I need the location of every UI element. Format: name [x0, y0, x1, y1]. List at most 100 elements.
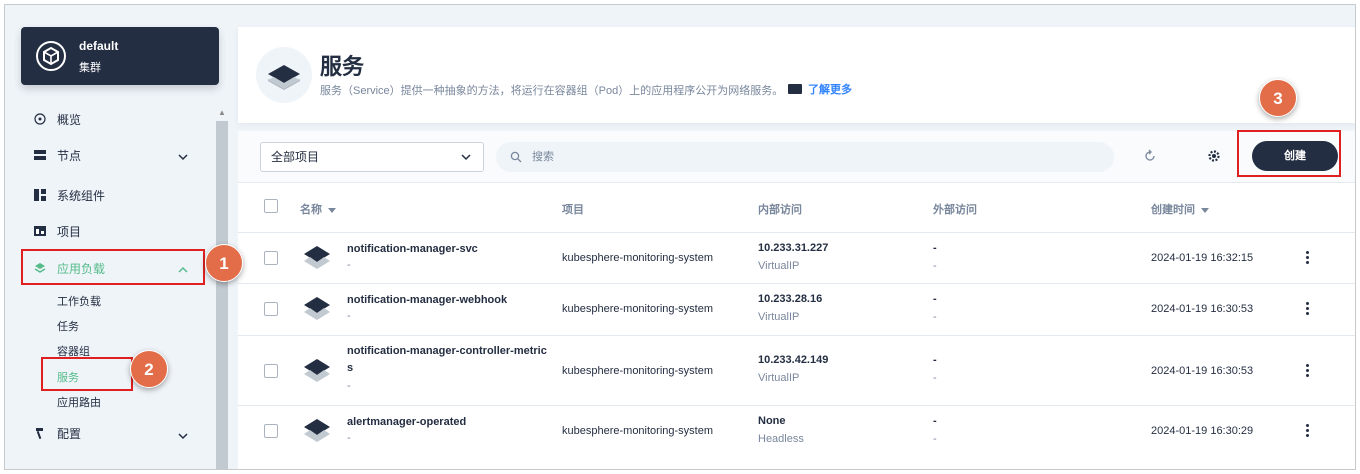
nav-item-nodes[interactable]: 节点 [33, 145, 81, 165]
page-icon-circle [256, 47, 312, 103]
project-cell: kubesphere-monitoring-system [562, 303, 714, 315]
nav-item-overview[interactable]: 概览 [33, 109, 81, 129]
column-header-name[interactable]: 名称 [300, 201, 336, 217]
external-access-sub: - [933, 260, 937, 272]
chevron-down-icon[interactable] [177, 430, 189, 442]
created-time: 2024-01-19 16:30:53 [1151, 365, 1254, 377]
book-icon [788, 84, 802, 94]
row-checkbox[interactable] [264, 302, 278, 316]
internal-access-type: VirtualIP [758, 260, 800, 272]
service-name[interactable]: notification-manager-controller-metric s [347, 343, 547, 377]
select-all-checkbox[interactable] [264, 199, 278, 213]
service-description: - [347, 259, 351, 271]
highlight-box-create [1237, 130, 1341, 177]
internal-access-type: VirtualIP [758, 372, 800, 384]
subnav-item-jobs[interactable]: 任务 [57, 318, 79, 334]
search-placeholder: 搜索 [532, 151, 554, 163]
project-icon [33, 224, 47, 238]
external-access-sub: - [933, 311, 937, 323]
chevron-down-icon [461, 154, 471, 161]
internal-access-type: Headless [758, 433, 804, 445]
more-actions-icon[interactable] [1306, 364, 1310, 378]
external-access: - [933, 293, 937, 305]
page-title: 服务 [320, 54, 365, 79]
row-checkbox[interactable] [264, 364, 278, 378]
refresh-icon[interactable] [1142, 149, 1158, 165]
page-header: 服务 服务（Service）提供一种抽象的方法，将运行在容器组（Pod）上的应用… [238, 27, 1355, 123]
chevron-down-icon[interactable] [177, 151, 189, 163]
nav-label: 配置 [57, 426, 82, 441]
internal-ip: None [758, 415, 786, 427]
step-badge-1: 1 [205, 244, 243, 282]
nav-item-config[interactable]: 配置 [33, 423, 81, 443]
service-description: - [347, 380, 351, 392]
internal-access-type: VirtualIP [758, 311, 800, 323]
nav-label: 节点 [57, 148, 82, 163]
project-cell: kubesphere-monitoring-system [562, 425, 714, 437]
table-row[interactable]: notification-manager-webhook - kubespher… [238, 283, 1355, 335]
more-actions-icon[interactable] [1306, 251, 1310, 265]
external-access-sub: - [933, 433, 937, 445]
learn-more-link[interactable]: 了解更多 [788, 81, 852, 97]
nav-item-components[interactable]: 系统组件 [33, 185, 105, 205]
highlight-box-services [41, 357, 133, 391]
table-toolbar: 全部项目 搜索 创建 [238, 131, 1355, 183]
sort-caret-icon [328, 207, 336, 213]
hammer-icon [33, 426, 47, 440]
page-description: 服务（Service）提供一种抽象的方法，将运行在容器组（Pod）上的应用程序公… [320, 85, 784, 97]
project-select-value: 全部项目 [271, 150, 320, 164]
internal-ip: 10.233.31.227 [758, 242, 829, 254]
created-time: 2024-01-19 16:30:53 [1151, 303, 1254, 315]
nodes-icon [33, 148, 47, 162]
search-icon [510, 151, 522, 163]
external-access: - [933, 242, 937, 254]
external-access: - [933, 415, 937, 427]
step-badge-3: 3 [1259, 79, 1297, 117]
row-checkbox[interactable] [264, 424, 278, 438]
subnav-item-routes[interactable]: 应用路由 [57, 394, 101, 410]
scroll-up-arrow-icon[interactable]: ▲ [216, 108, 228, 118]
service-icon [268, 65, 300, 90]
external-access: - [933, 354, 937, 366]
table-row[interactable]: notification-manager-svc - kubesphere-mo… [238, 232, 1355, 283]
service-icon [304, 419, 330, 442]
service-description: - [347, 310, 351, 322]
sidebar-scrollbar-thumb[interactable] [216, 121, 228, 469]
created-time: 2024-01-19 16:32:15 [1151, 252, 1254, 264]
nav-label: 系统组件 [57, 188, 106, 203]
more-actions-icon[interactable] [1306, 424, 1310, 438]
highlight-box-app-workloads [21, 249, 205, 285]
nav-label: 项目 [57, 224, 82, 239]
step-badge-2: 2 [130, 350, 168, 388]
nav-item-projects[interactable]: 项目 [33, 221, 81, 241]
cluster-switcher[interactable]: default 集群 [21, 27, 219, 85]
service-name[interactable]: notification-manager-webhook [347, 292, 507, 309]
internal-ip: 10.233.28.16 [758, 293, 823, 305]
sort-caret-icon [1201, 207, 1209, 213]
project-select[interactable]: 全部项目 [260, 142, 484, 172]
column-header-created[interactable]: 创建时间 [1151, 201, 1209, 217]
service-name-line1: notification-manager-controller-metric [347, 345, 547, 357]
project-cell: kubesphere-monitoring-system [562, 252, 714, 264]
search-input[interactable]: 搜索 [496, 142, 1114, 172]
sidebar: default 集群 概览 节点 系统组件 项目 应用负载 工作负载 任务 容器… [5, 5, 233, 469]
gear-icon[interactable] [1206, 149, 1222, 165]
project-cell: kubesphere-monitoring-system [562, 365, 714, 377]
services-table: 名称 项目 内部访问 外部访问 创建时间 notification-manage… [238, 183, 1355, 469]
service-name-line2: s [347, 362, 354, 374]
table-row[interactable]: alertmanager-operated - kubesphere-monit… [238, 405, 1355, 469]
row-checkbox[interactable] [264, 251, 278, 265]
service-description: - [347, 432, 351, 444]
more-actions-icon[interactable] [1306, 302, 1310, 316]
subnav-item-workloads[interactable]: 工作负载 [57, 293, 101, 309]
column-header-internal-access: 内部访问 [758, 204, 802, 216]
service-icon [304, 297, 330, 320]
table-row[interactable]: notification-manager-controller-metric s… [238, 335, 1355, 405]
service-icon [304, 246, 330, 269]
internal-ip: 10.233.42.149 [758, 354, 829, 366]
service-name[interactable]: notification-manager-svc [347, 241, 478, 258]
service-name[interactable]: alertmanager-operated [347, 414, 466, 431]
learn-more-label: 了解更多 [808, 84, 852, 96]
cluster-icon [36, 41, 66, 71]
cluster-type-label: 集群 [79, 62, 101, 74]
